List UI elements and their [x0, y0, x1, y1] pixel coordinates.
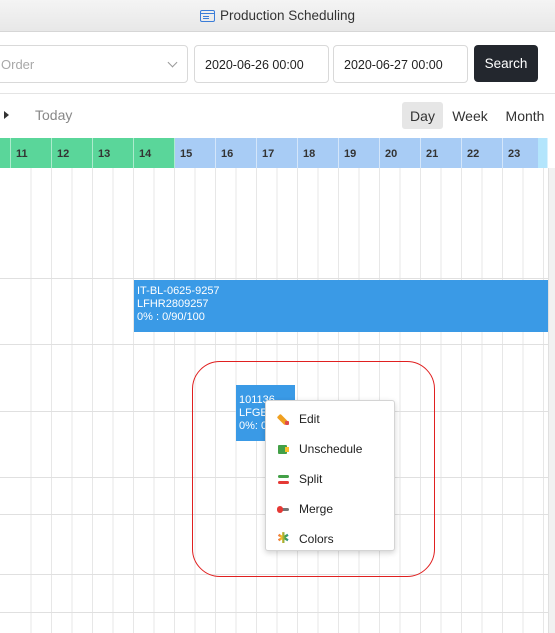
vertical-scrollbar[interactable]: [548, 168, 555, 633]
order-placeholder: Order: [1, 57, 35, 72]
search-button[interactable]: Search: [474, 45, 538, 82]
hour-cell: 16: [216, 138, 257, 168]
next-arrow-icon[interactable]: [4, 111, 9, 119]
task-item-code: LFHR2809257: [137, 298, 209, 310]
view-day-button[interactable]: Day: [402, 102, 443, 129]
filter-bar: Order 2020-06-26 00:00 2020-06-27 00:00 …: [0, 32, 555, 94]
hour-cell: 17: [257, 138, 298, 168]
row-divider: [0, 278, 548, 279]
window-title: Production Scheduling: [219, 8, 356, 23]
view-month-button[interactable]: Month: [502, 102, 548, 129]
end-date-input[interactable]: 2020-06-27 00:00: [333, 45, 468, 83]
task-order-code: IT-BL-0625-9257: [137, 285, 220, 297]
hour-cell: 13: [93, 138, 134, 168]
hour-cell: 21: [421, 138, 462, 168]
hour-cell: 22: [462, 138, 503, 168]
task-bar[interactable]: IT-BL-0625-9257 LFHR2809257 0% : 0/90/10…: [134, 280, 548, 332]
timeline-header: 11 12 13 14 15 16 17 18 19 20 21 22 23: [0, 138, 555, 168]
annotation-highlight: [192, 361, 435, 577]
row-divider: [0, 344, 548, 345]
hour-cell: 12: [52, 138, 93, 168]
hour-cell: 19: [339, 138, 380, 168]
today-button[interactable]: Today: [35, 107, 72, 123]
row-divider: [0, 612, 548, 613]
window-icon: [199, 9, 215, 22]
chevron-down-icon: [167, 57, 178, 68]
task-progress: 0% : 0/90/100: [137, 311, 205, 323]
hour-cell: 11: [11, 138, 52, 168]
hour-cell-overflow: [538, 138, 548, 168]
hour-cell-partial: [0, 138, 11, 168]
title-bar: Production Scheduling: [0, 0, 555, 32]
start-date-input[interactable]: 2020-06-26 00:00: [194, 45, 329, 83]
order-select[interactable]: Order: [0, 45, 188, 83]
calendar-toolbar: Today Day Week Month: [0, 94, 555, 138]
hour-cell: 14: [134, 138, 175, 168]
hour-cell: 15: [175, 138, 216, 168]
hour-cell: 18: [298, 138, 339, 168]
view-week-button[interactable]: Week: [449, 102, 491, 129]
hour-cell: 20: [380, 138, 421, 168]
